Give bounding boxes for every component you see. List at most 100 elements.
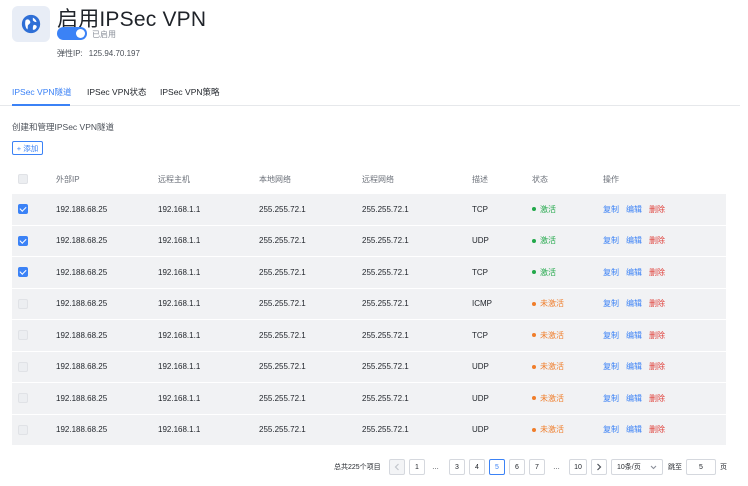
row-select-cell bbox=[18, 320, 28, 351]
row-checkbox[interactable] bbox=[18, 235, 28, 246]
copy-link[interactable]: 复制 bbox=[603, 424, 619, 435]
page-size-select[interactable]: 10条/页 bbox=[611, 459, 663, 475]
cell-external-ip: 192.188.68.25 bbox=[56, 299, 108, 309]
tab-ipsec-tunnel[interactable]: IPSec VPN隧道 bbox=[12, 86, 72, 98]
copy-link[interactable]: 复制 bbox=[603, 235, 619, 246]
tab-ipsec-policy[interactable]: IPSec VPN策略 bbox=[160, 86, 220, 98]
select-all-cell bbox=[18, 164, 28, 194]
eip-label: 弹性IP: bbox=[57, 49, 83, 58]
pagination: 总共225个项目 1 … 3 4 5 6 7 … 10 10条/页 跳至 5 页 bbox=[0, 459, 748, 475]
delete-link[interactable]: 删除 bbox=[649, 361, 665, 372]
add-button[interactable]: + 添加 bbox=[12, 141, 43, 155]
cell-external-ip: 192.188.68.25 bbox=[56, 393, 108, 403]
row-checkbox[interactable] bbox=[18, 361, 28, 372]
row-select-cell bbox=[18, 289, 28, 320]
edit-link[interactable]: 编辑 bbox=[626, 204, 642, 215]
cell-remote-network: 255.255.72.1 bbox=[362, 204, 409, 214]
delete-link[interactable]: 删除 bbox=[649, 330, 665, 341]
jump-label: 跳至 bbox=[668, 464, 682, 471]
copy-link[interactable]: 复制 bbox=[603, 204, 619, 215]
page-ellipsis[interactable]: … bbox=[553, 459, 560, 475]
table-header: 外部IP 远程主机 本地网络 远程网络 描述 状态 操作 bbox=[12, 164, 726, 194]
status-dot-icon bbox=[532, 427, 536, 432]
chevron-right-icon bbox=[597, 463, 602, 471]
cell-actions: 复制 编辑 删除 bbox=[603, 226, 672, 257]
edit-link[interactable]: 编辑 bbox=[626, 393, 642, 404]
table-row[interactable]: 192.188.68.25 192.168.1.1 255.255.72.1 255.… bbox=[12, 257, 726, 289]
page-ellipsis[interactable]: … bbox=[432, 459, 439, 475]
page-button[interactable]: 6 bbox=[509, 459, 525, 475]
cell-actions: 复制 编辑 删除 bbox=[603, 257, 672, 288]
copy-link[interactable]: 复制 bbox=[603, 361, 619, 372]
prev-page-button[interactable] bbox=[389, 459, 405, 475]
page-button[interactable]: 10 bbox=[569, 459, 587, 475]
cell-remote-host: 192.168.1.1 bbox=[158, 362, 201, 372]
delete-link[interactable]: 删除 bbox=[649, 298, 665, 309]
page-button[interactable]: 4 bbox=[469, 459, 485, 475]
table-row[interactable]: 192.188.68.25 192.168.1.1 255.255.72.1 255.… bbox=[12, 288, 726, 320]
delete-link[interactable]: 删除 bbox=[649, 204, 665, 215]
edit-link[interactable]: 编辑 bbox=[626, 330, 642, 341]
jump-input[interactable]: 5 bbox=[686, 459, 716, 475]
cell-description: UDP bbox=[472, 236, 489, 246]
table-row[interactable]: 192.188.68.25 192.168.1.1 255.255.72.1 255.… bbox=[12, 225, 726, 257]
delete-link[interactable]: 删除 bbox=[649, 393, 665, 404]
status-dot-icon bbox=[532, 238, 536, 243]
cell-local-network: 255.255.72.1 bbox=[259, 299, 306, 309]
row-checkbox[interactable] bbox=[18, 330, 28, 341]
cell-actions: 复制 编辑 删除 bbox=[603, 289, 672, 320]
eip-value: 125.94.70.197 bbox=[88, 49, 140, 58]
table-body: 192.188.68.25 192.168.1.1 255.255.72.1 255.… bbox=[12, 194, 726, 446]
next-page-button[interactable] bbox=[591, 459, 607, 475]
delete-link[interactable]: 删除 bbox=[649, 267, 665, 278]
page-button[interactable]: 1 bbox=[409, 459, 425, 475]
row-checkbox[interactable] bbox=[18, 298, 28, 309]
row-checkbox[interactable] bbox=[18, 204, 28, 215]
edit-link[interactable]: 编辑 bbox=[626, 424, 642, 435]
edit-link[interactable]: 编辑 bbox=[626, 267, 642, 278]
tab-ipsec-status[interactable]: IPSec VPN状态 bbox=[87, 86, 147, 98]
edit-link[interactable]: 编辑 bbox=[626, 361, 642, 372]
page-button-current[interactable]: 5 bbox=[489, 459, 505, 475]
delete-link[interactable]: 删除 bbox=[649, 424, 665, 435]
table-row[interactable]: 192.188.68.25 192.168.1.1 255.255.72.1 255.… bbox=[12, 194, 726, 226]
cell-remote-host: 192.168.1.1 bbox=[158, 236, 201, 246]
row-checkbox[interactable] bbox=[18, 393, 28, 404]
row-select-cell bbox=[18, 383, 28, 414]
cell-remote-network: 255.255.72.1 bbox=[362, 393, 409, 403]
table-row[interactable]: 192.188.68.25 192.168.1.1 255.255.72.1 255.… bbox=[12, 351, 726, 383]
page-button[interactable]: 7 bbox=[529, 459, 545, 475]
cell-actions: 复制 编辑 删除 bbox=[603, 352, 672, 383]
cell-actions: 复制 编辑 删除 bbox=[603, 415, 672, 446]
table-row[interactable]: 192.188.68.25 192.168.1.1 255.255.72.1 255.… bbox=[12, 383, 726, 415]
col-remote-network: 远程网络 bbox=[362, 174, 394, 184]
status-text: 激活 bbox=[540, 204, 556, 214]
cell-local-network: 255.255.72.1 bbox=[259, 425, 306, 435]
row-select-cell bbox=[18, 226, 28, 257]
cell-actions: 复制 编辑 删除 bbox=[603, 320, 672, 351]
edit-link[interactable]: 编辑 bbox=[626, 298, 642, 309]
cell-local-network: 255.255.72.1 bbox=[259, 236, 306, 246]
cell-remote-network: 255.255.72.1 bbox=[362, 330, 409, 340]
edit-link[interactable]: 编辑 bbox=[626, 235, 642, 246]
cell-status: 未激活 bbox=[532, 415, 564, 446]
row-checkbox[interactable] bbox=[18, 267, 28, 278]
row-checkbox[interactable] bbox=[18, 424, 28, 435]
delete-link[interactable]: 删除 bbox=[649, 235, 665, 246]
copy-link[interactable]: 复制 bbox=[603, 267, 619, 278]
cell-remote-network: 255.255.72.1 bbox=[362, 299, 409, 309]
select-all-checkbox[interactable] bbox=[18, 174, 28, 184]
table-row[interactable]: 192.188.68.25 192.168.1.1 255.255.72.1 255.… bbox=[12, 320, 726, 352]
cell-external-ip: 192.188.68.25 bbox=[56, 236, 108, 246]
col-description: 描述 bbox=[472, 174, 488, 184]
vpn-enable-toggle[interactable] bbox=[57, 27, 87, 40]
page-button[interactable]: 3 bbox=[449, 459, 465, 475]
cell-remote-host: 192.168.1.1 bbox=[158, 204, 201, 214]
table-row[interactable]: 192.188.68.25 192.168.1.1 255.255.72.1 255.… bbox=[12, 414, 726, 446]
cell-remote-host: 192.168.1.1 bbox=[158, 425, 201, 435]
col-remote-host: 远程主机 bbox=[158, 174, 190, 184]
copy-link[interactable]: 复制 bbox=[603, 298, 619, 309]
status-dot-icon bbox=[532, 364, 536, 369]
copy-link[interactable]: 复制 bbox=[603, 393, 619, 404]
copy-link[interactable]: 复制 bbox=[603, 330, 619, 341]
